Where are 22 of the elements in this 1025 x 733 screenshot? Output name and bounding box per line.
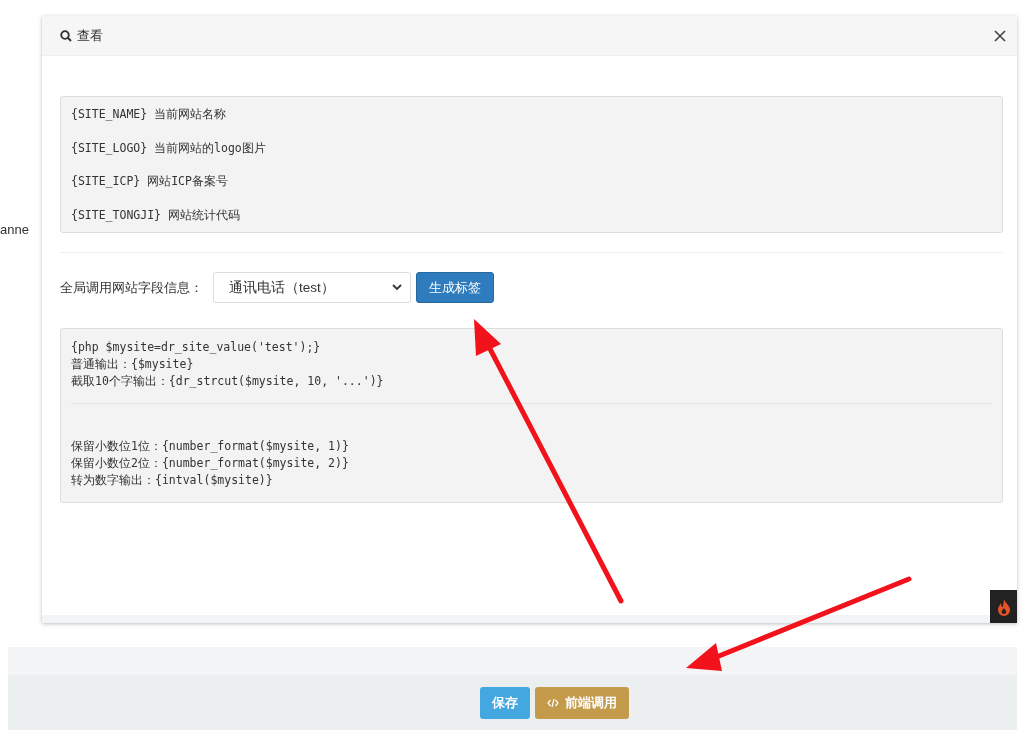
code-line: 普通输出：{$mysite} [71, 356, 195, 373]
code-icon [547, 697, 559, 708]
generate-button[interactable]: 生成标签 [416, 272, 494, 303]
search-icon [60, 29, 72, 42]
save-button[interactable]: 保存 [480, 686, 530, 719]
modal-title: 查看 [77, 26, 104, 45]
background-text: anne [0, 222, 29, 237]
code-line: {php $mysite=dr_site_value('test');} [71, 339, 322, 356]
frontend-button[interactable]: 前端调用 [535, 686, 629, 719]
caret-icon [392, 284, 402, 291]
variable-line: {SITE_ICP} 网站ICP备案号 [71, 174, 229, 189]
flame-icon[interactable] [990, 590, 1017, 623]
variable-line: {SITE_NAME} 当前网站名称 [71, 107, 228, 121]
field-select[interactable]: 通讯电话（test） [213, 272, 411, 303]
code-line: 保留小数位2位：{number_format($mysite, 2)} [71, 455, 350, 472]
field-label: 全局调用网站字段信息： [60, 278, 204, 297]
close-icon[interactable] [993, 28, 1007, 43]
variable-line: {SITE_LOGO} 当前网站的logo图片 [71, 140, 267, 155]
code-line: 截取10个字输出：{dr_strcut($mysite, 10, '...')} [71, 373, 385, 390]
variable-line: {SITE_TONGJI} 网站统计代码 [71, 207, 241, 222]
code-line: 转为数字输出：{intval($mysite)} [71, 472, 274, 489]
code-line: 保留小数位1位：{number_format($mysite, 1)} [71, 438, 350, 455]
